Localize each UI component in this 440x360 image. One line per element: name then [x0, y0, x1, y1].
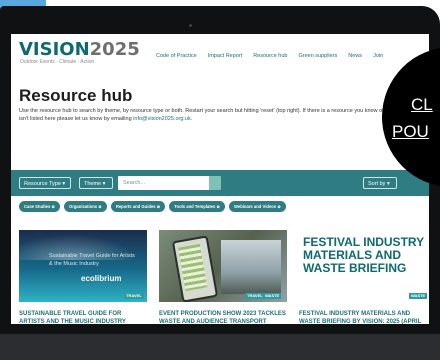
nav-resource-hub[interactable]: Resource hub	[253, 53, 287, 59]
search-button[interactable]	[209, 176, 221, 190]
chip-case-studies[interactable]: Case Studies ⊗	[19, 201, 60, 212]
intro-text: Use the resource hub to search by theme,…	[19, 107, 399, 123]
laptop-screen: VISION2025 Outdoor Events · Climate · Ac…	[11, 34, 429, 324]
card-image-production-show[interactable]	[159, 230, 287, 302]
intro-body: Use the resource hub to search by theme,…	[19, 108, 395, 122]
page-title: Resource hub	[19, 86, 133, 105]
card-image-caption: Sustainable Travel Guide for Artists & t…	[49, 253, 135, 267]
email-link[interactable]: info@vision2025.org.uk.	[133, 116, 192, 122]
promo-text-line2[interactable]: POU	[392, 122, 429, 142]
chip-webinars-videos[interactable]: Webinars and Videos ⊗	[228, 201, 286, 212]
search-input[interactable]: Search...	[118, 176, 214, 190]
card-image-travel-guide[interactable]: Sustainable Travel Guide for Artists & t…	[19, 230, 147, 302]
theme-dropdown[interactable]: Theme ▾	[79, 177, 113, 189]
phone-photo	[171, 235, 219, 302]
photo-stage: VISION2025 Outdoor Events · Climate · Ac…	[0, 0, 440, 360]
card-title-waste-briefing[interactable]: FESTIVAL INDUSTRY MATERIALS AND WASTE BR…	[299, 310, 427, 324]
chip-tools-templates[interactable]: Tools and Templates ⊗	[169, 201, 225, 212]
filter-chips: Case Studies ⊗ Organisations ⊗ Reports a…	[19, 201, 290, 212]
site-logo[interactable]: VISION2025	[19, 41, 140, 59]
resource-type-dropdown[interactable]: Resource Type ▾	[19, 177, 71, 189]
tag-travel: TRAVEL	[245, 293, 265, 299]
promo-text-line1[interactable]: CL	[411, 95, 433, 115]
venue-photo	[221, 240, 281, 294]
nav-news[interactable]: News	[348, 53, 362, 59]
logo-word: VISION	[19, 39, 90, 60]
card-image-waste-briefing[interactable]: FESTIVAL INDUSTRY MATERIALS AND WASTE BR…	[299, 230, 427, 302]
tag-waste: WASTE	[409, 293, 428, 299]
tag-travel: TRAVEL	[124, 293, 144, 299]
nav-impact-report[interactable]: Impact Report	[208, 53, 243, 59]
chip-organisations[interactable]: Organisations ⊗	[63, 201, 107, 212]
ecolibrium-logo: ecolibrium	[81, 274, 122, 283]
tag-waste: WASTE	[263, 293, 282, 299]
card-title-travel-guide[interactable]: SUSTAINABLE TRAVEL GUIDE FOR ARTISTS AND…	[19, 310, 147, 324]
laptop-base	[0, 334, 440, 360]
webcam-icon	[189, 24, 192, 27]
site-header: VISION2025 Outdoor Events · Climate · Ac…	[11, 34, 429, 70]
phone-screen	[178, 243, 208, 291]
logo-year: 2025	[89, 39, 140, 60]
site-tagline: Outdoor Events · Climate · Action	[20, 59, 95, 65]
sort-by-dropdown[interactable]: Sort by ▾	[363, 177, 397, 189]
card-image-heading: FESTIVAL INDUSTRY MATERIALS AND WASTE BR…	[303, 235, 424, 275]
nav-join[interactable]: Join	[373, 53, 383, 59]
main-nav: Code of Practice Impact Report Resource …	[156, 53, 394, 59]
nav-code-of-practice[interactable]: Code of Practice	[156, 53, 197, 59]
nav-green-suppliers[interactable]: Green suppliers	[298, 53, 337, 59]
chip-reports-guides[interactable]: Reports and Guides ⊗	[110, 201, 166, 212]
card-title-production-show[interactable]: EVENT PRODUCTION SHOW 2023 TACKLES WASTE…	[159, 310, 287, 324]
